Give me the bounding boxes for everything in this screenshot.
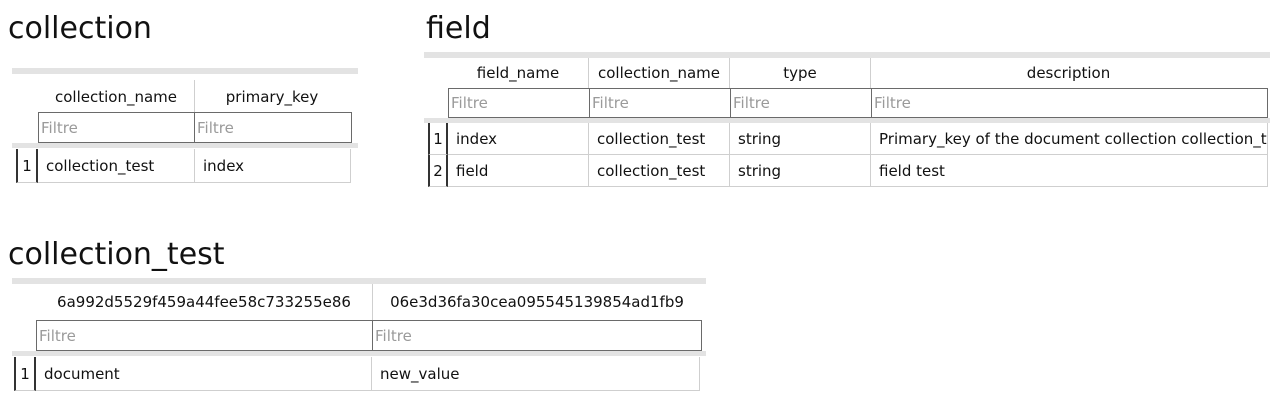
column-header-description[interactable]: description	[871, 58, 1266, 88]
row-number[interactable]: 1	[428, 123, 448, 155]
cell-field-name[interactable]: field	[448, 155, 589, 187]
cell-hash-1[interactable]: document	[36, 357, 372, 391]
row-number[interactable]: 2	[428, 155, 448, 187]
collection-test-table: 6a992d5529f459a44fee58c733255e86 06e3d36…	[12, 278, 706, 396]
filter-description[interactable]	[871, 88, 1268, 118]
table-row[interactable]: 1 document new_value	[12, 357, 706, 391]
cell-description[interactable]: Primary_key of the document collection c…	[871, 123, 1268, 155]
collection-table: collection_name primary_key 1 collection…	[12, 68, 358, 186]
filter-input[interactable]	[449, 89, 589, 117]
column-header-field-name[interactable]: field_name	[448, 58, 589, 88]
cell-hash-2[interactable]: new_value	[372, 357, 700, 391]
collection-test-filter-row	[12, 320, 706, 351]
collection-header-row: collection_name primary_key	[12, 80, 358, 114]
filter-hash-2[interactable]	[372, 320, 702, 351]
cell-collection-name[interactable]: collection_test	[589, 123, 730, 155]
cell-type[interactable]: string	[730, 123, 871, 155]
field-filter-row	[424, 88, 1270, 118]
cell-primary-key[interactable]: index	[195, 149, 351, 183]
field-table: field_name collection_name type descript…	[424, 52, 1270, 190]
filter-hash-1[interactable]	[36, 320, 374, 351]
filter-input[interactable]	[37, 321, 373, 350]
cell-collection-name[interactable]: collection_test	[38, 149, 195, 183]
collection-filter-row	[12, 112, 358, 143]
filter-field-name[interactable]	[448, 88, 590, 118]
column-header-primary-key[interactable]: primary_key	[195, 80, 349, 114]
filter-collection-name[interactable]	[589, 88, 731, 118]
filter-input[interactable]	[373, 321, 701, 350]
table-row[interactable]: 1 index collection_test string Primary_k…	[424, 123, 1270, 155]
collection-test-title: collection_test	[8, 237, 225, 272]
filter-type[interactable]	[730, 88, 872, 118]
table-row[interactable]: 2 field collection_test string field tes…	[424, 155, 1270, 187]
cell-type[interactable]: string	[730, 155, 871, 187]
row-number[interactable]: 1	[16, 149, 38, 183]
field-title: field	[426, 11, 491, 46]
column-header-type[interactable]: type	[730, 58, 871, 88]
column-header-hash-1[interactable]: 6a992d5529f459a44fee58c733255e86	[36, 284, 373, 320]
cell-description[interactable]: field test	[871, 155, 1268, 187]
filter-input[interactable]	[590, 89, 730, 117]
filter-collection-name[interactable]	[38, 112, 196, 143]
column-header-collection-name[interactable]: collection_name	[38, 80, 195, 114]
collection-title: collection	[8, 11, 152, 46]
collection-test-header-row: 6a992d5529f459a44fee58c733255e86 06e3d36…	[12, 284, 706, 320]
table-row[interactable]: 1 collection_test index	[12, 149, 358, 183]
filter-primary-key[interactable]	[194, 112, 352, 143]
cell-field-name[interactable]: index	[448, 123, 589, 155]
field-header-row: field_name collection_name type descript…	[424, 58, 1270, 88]
filter-input[interactable]	[872, 89, 1267, 117]
column-header-collection-name[interactable]: collection_name	[589, 58, 730, 88]
filter-input[interactable]	[39, 113, 195, 142]
column-header-hash-2[interactable]: 06e3d36fa30cea095545139854ad1fb9	[373, 284, 701, 320]
filter-input[interactable]	[731, 89, 871, 117]
filter-input[interactable]	[195, 113, 351, 142]
row-number[interactable]: 1	[14, 357, 36, 391]
cell-collection-name[interactable]: collection_test	[589, 155, 730, 187]
